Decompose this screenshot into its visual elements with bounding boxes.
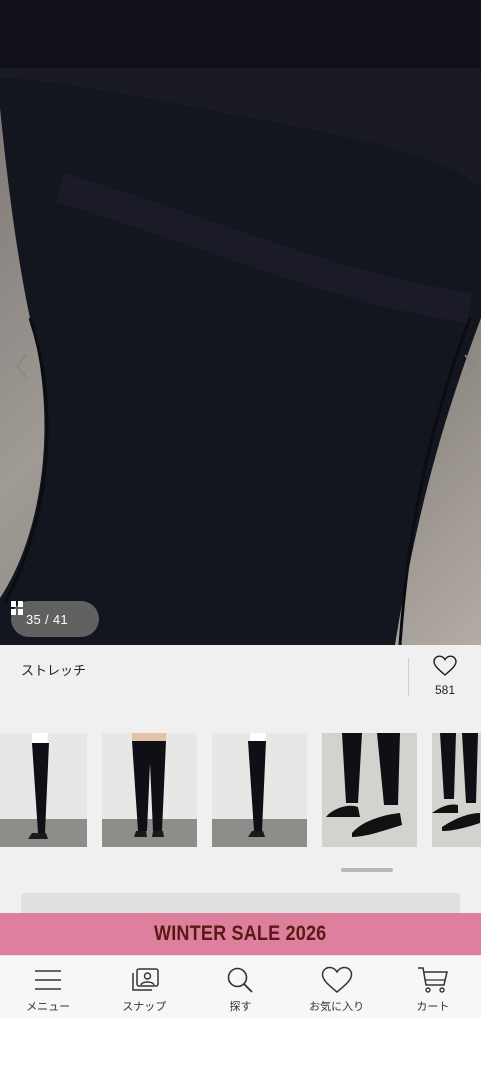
nav-cart-label: カート (416, 1000, 450, 1013)
nav-menu[interactable]: メニュー (0, 956, 96, 1019)
counter-current: 35 (26, 611, 42, 627)
image-counter-text: 35 / 41 (26, 612, 68, 627)
thumbnail-back-view[interactable] (102, 733, 197, 847)
heart-icon (321, 965, 353, 995)
search-icon (224, 965, 256, 995)
top-bar (0, 0, 481, 68)
heart-icon (433, 655, 457, 676)
grid-icon (11, 601, 23, 615)
menu-icon (32, 965, 64, 995)
feature-tag: ストレッチ (21, 664, 87, 679)
gallery-prev-button[interactable] (10, 350, 34, 382)
favorite-count: 581 (434, 683, 456, 697)
sale-banner[interactable]: WINTER SALE 2026 (0, 913, 481, 955)
bottom-nav: メニュー スナップ 探す お気に入り カート (0, 955, 481, 1018)
counter-total: 41 (52, 611, 68, 627)
nav-search-label: 探す (229, 1000, 252, 1013)
page-bottom-area (0, 1018, 481, 1080)
nav-favorites[interactable]: お気に入り (289, 956, 385, 1019)
nav-menu-label: メニュー (26, 1000, 71, 1013)
chevron-left-icon (16, 354, 27, 378)
thumbnail-strip[interactable] (0, 733, 481, 847)
nav-cart[interactable]: カート (385, 956, 481, 1019)
content-card-top (21, 893, 460, 913)
image-counter-button[interactable]: 35 / 41 (11, 601, 99, 637)
product-image-carousel[interactable]: 35 / 41 (0, 68, 481, 645)
thumbnail-hem-closeup-2[interactable] (432, 733, 481, 847)
nav-snap-label: スナップ (122, 1000, 167, 1013)
product-main-image (0, 68, 481, 645)
counter-separator: / (44, 611, 49, 627)
cart-icon (417, 965, 449, 995)
sale-banner-text: WINTER SALE 2026 (154, 922, 327, 945)
thumbnail-hem-closeup[interactable] (322, 733, 417, 847)
product-info-panel: ストレッチ 581 (0, 645, 481, 913)
snap-icon (128, 965, 160, 995)
nav-favorites-label: お気に入り (309, 1000, 365, 1013)
thumbnail-side-view-2[interactable] (212, 733, 307, 847)
favorite-divider (408, 658, 409, 696)
favorite-button[interactable]: 581 (425, 655, 465, 701)
nav-snap[interactable]: スナップ (96, 956, 192, 1019)
thumbnail-side-view[interactable] (0, 733, 87, 847)
thumbnail-scroll-indicator (341, 868, 393, 872)
chevron-right-icon (464, 354, 475, 378)
nav-search[interactable]: 探す (192, 956, 288, 1019)
gallery-next-button[interactable] (457, 350, 481, 382)
